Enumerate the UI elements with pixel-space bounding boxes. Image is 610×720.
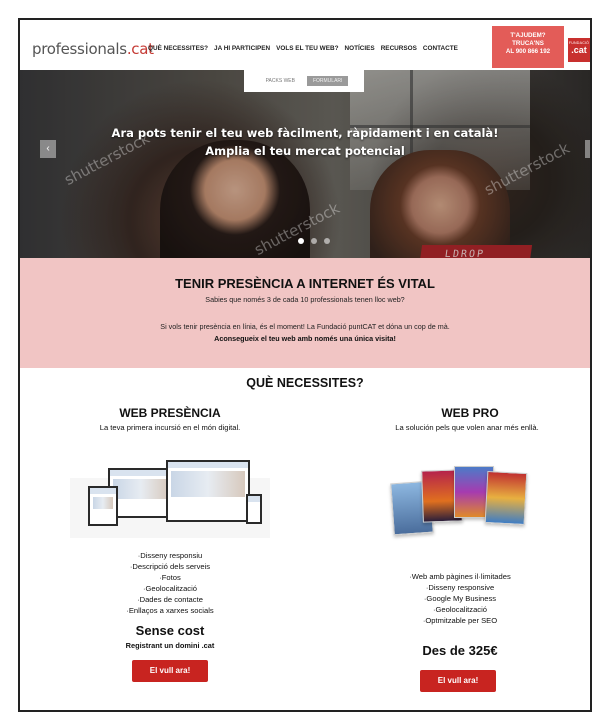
- site-header: professionals.cat QUÈ NECESSITES? JA HI …: [20, 20, 590, 70]
- plan-features-presencia: ·Disseny responsiu ·Descripció dels serv…: [80, 550, 260, 616]
- hero-headline: Ara pots tenir el teu web fàcilment, ràp…: [111, 126, 499, 140]
- feature-item: ·Enllaços a xarxes socials: [126, 606, 214, 615]
- foundation-logo[interactable]: FUNDACIÓ .cat: [568, 38, 590, 62]
- feature-item: ·Geolocalització: [142, 584, 198, 593]
- feature-item: ·Disseny responsiu: [137, 551, 203, 560]
- buy-button-pro[interactable]: El vull ara!: [420, 670, 496, 692]
- feature-item: ·Fotos: [159, 573, 181, 582]
- mockup-bar: [168, 462, 248, 468]
- mockup-bar: [248, 496, 260, 502]
- nav-item-noticies[interactable]: NOTÍCIES: [345, 45, 375, 52]
- plan-price-pro: Des de 325€: [422, 643, 498, 658]
- feature-item: ·Google My Business: [423, 594, 497, 603]
- feature-item: ·Disseny responsive: [425, 583, 495, 592]
- feature-item: ·Web amb pàgines il·limitades: [409, 572, 511, 581]
- mockup-bar: [110, 470, 172, 476]
- vital-presence-band: TENIR PRESÈNCIA A INTERNET ÉS VITAL Sabi…: [20, 258, 590, 368]
- plan-price-note-presencia: Registrant un domini .cat: [125, 641, 215, 650]
- websites-collage-image: [388, 462, 538, 542]
- band-paragraph: Si vols tenir presència en línia, és el …: [160, 322, 450, 331]
- hero-subheadline: Amplia el teu mercat potencial: [205, 144, 405, 158]
- hero-slider: LDROP shutterstock shutterstock shutters…: [20, 70, 590, 258]
- nav-item-recursos[interactable]: RECURSOS: [381, 45, 417, 52]
- mockup-image: [93, 497, 113, 509]
- plan-tagline-pro: La solución pels que volen anar més enll…: [395, 423, 539, 432]
- main-nav: QUÈ NECESSITES? JA HI PARTICIPEN VOLS EL…: [148, 45, 458, 52]
- band-emphasis: Aconsegueix el teu web amb només una úni…: [214, 334, 396, 343]
- feature-item: ·Descripció dels serveis: [129, 562, 211, 571]
- slider-next-button[interactable]: ›: [585, 140, 590, 158]
- plan-tagline-presencia: La teva primera incursió en el món digit…: [99, 423, 241, 432]
- band-title: TENIR PRESÈNCIA A INTERNET ÉS VITAL: [175, 276, 435, 291]
- slider-dot-1[interactable]: [298, 238, 304, 244]
- devices-mockup-image: [70, 460, 270, 542]
- help-line-1: T'AJUDEM?: [510, 32, 546, 39]
- mockup-bar: [90, 488, 116, 494]
- help-line-2: TRUCA'NS: [512, 40, 544, 47]
- buy-button-presencia[interactable]: El vull ara!: [132, 660, 208, 682]
- tab-formulari[interactable]: FORMULARI: [306, 76, 349, 86]
- collage-card: [484, 470, 528, 526]
- plan-title-presencia: WEB PRESÈNCIA: [119, 406, 221, 420]
- feature-item: ·Optmitzable per SEO: [422, 616, 498, 625]
- help-line-3: AL 900 866 192: [505, 48, 551, 55]
- nav-item-ja-hi-participen[interactable]: JA HI PARTICIPEN: [214, 45, 270, 52]
- feature-item: ·Geolocalització: [432, 605, 488, 614]
- feature-item: ·Dades de contacte: [137, 595, 203, 604]
- nav-item-contacte[interactable]: CONTACTE: [423, 45, 458, 52]
- mockup-screen-phone: [246, 494, 262, 524]
- slider-dot-3[interactable]: [324, 238, 330, 244]
- logo-text: professionals: [32, 40, 127, 58]
- chevron-left-icon: ‹: [46, 143, 50, 154]
- site-logo[interactable]: professionals.cat: [32, 40, 154, 58]
- nav-item-vols-el-teu-web[interactable]: VOLS EL TEU WEB?: [276, 45, 338, 52]
- page-frame: professionals.cat QUÈ NECESSITES? JA HI …: [18, 18, 592, 712]
- tab-packs-web[interactable]: PACKS WEB: [260, 76, 301, 86]
- slider-prev-button[interactable]: ‹: [40, 140, 56, 158]
- slider-dot-2[interactable]: [311, 238, 317, 244]
- help-call-button[interactable]: T'AJUDEM? TRUCA'NS AL 900 866 192: [492, 26, 564, 68]
- slider-dots: [298, 238, 330, 244]
- mockup-image: [171, 471, 245, 497]
- mockup-screen-tablet: [88, 486, 118, 526]
- plan-price-presencia: Sense cost: [135, 623, 205, 638]
- sub-tabs: PACKS WEB FORMULARI: [244, 70, 364, 92]
- plan-features-pro: ·Web amb pàgines il·limitades ·Disseny r…: [370, 571, 550, 626]
- plan-title-pro: WEB PRO: [441, 406, 499, 420]
- mockup-screen-desktop: [166, 460, 250, 522]
- mockup-image: [113, 479, 169, 499]
- nav-item-que-necessites[interactable]: QUÈ NECESSITES?: [148, 45, 208, 52]
- band-subtitle: Sabies que només 3 de cada 10 profession…: [205, 295, 405, 304]
- foundation-logo-label: FUNDACIÓ: [568, 41, 590, 45]
- services-title: QUÈ NECESSITES?: [246, 376, 364, 390]
- foundation-logo-mark: .cat: [571, 45, 587, 55]
